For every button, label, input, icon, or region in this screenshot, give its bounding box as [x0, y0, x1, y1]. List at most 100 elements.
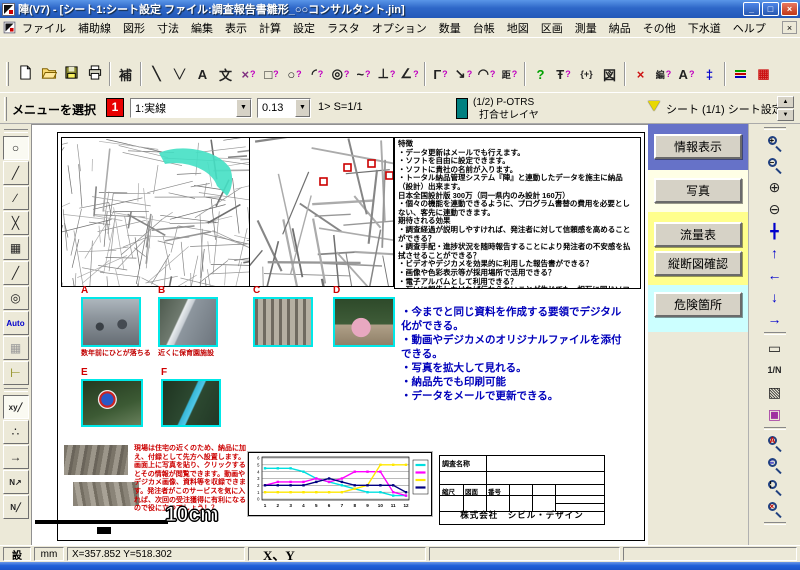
menu-item-編集[interactable]: 編集: [185, 18, 219, 38]
search-layers-button[interactable]: ≡: [763, 456, 787, 475]
zoom-out-button[interactable]: −: [763, 156, 787, 175]
zoom-window-button[interactable]: ▭: [763, 339, 787, 357]
snap-online-button[interactable]: ∕: [2, 186, 29, 210]
drawing-canvas[interactable]: 特徴 ・データ更新はメールでも行えます。 ・ソフトを自由に設定できます。 ・ソフトに貴…: [32, 124, 648, 545]
scroll-up-button[interactable]: ↑: [763, 244, 787, 262]
edit-text-button[interactable]: A?: [675, 62, 698, 87]
auxiliary-line-mode-button[interactable]: 補: [114, 62, 137, 87]
erase-point-button[interactable]: ×?: [237, 62, 260, 87]
edit-element-button[interactable]: 編?: [652, 62, 675, 87]
flow-table-button[interactable]: 流量表: [654, 222, 742, 247]
draw-chamfer-button[interactable]: ∠?: [398, 62, 421, 87]
restore-button[interactable]: □: [762, 2, 779, 16]
figure-insert-button[interactable]: 図: [598, 62, 621, 87]
scroll-right-button[interactable]: →: [763, 310, 787, 328]
toolbar-grip[interactable]: [4, 97, 7, 121]
strip-grip[interactable]: [763, 127, 786, 130]
draw-spline-button[interactable]: ~?: [352, 62, 375, 87]
sheet-down-button[interactable]: ▼: [777, 109, 794, 121]
snap-center-button[interactable]: ◎: [2, 286, 29, 310]
draw-text-button[interactable]: A: [191, 62, 214, 87]
group-brackets-button[interactable]: {+}: [575, 62, 598, 87]
menu-item-設定[interactable]: 設定: [287, 18, 321, 38]
menu-item-表示[interactable]: 表示: [219, 18, 253, 38]
menu-item-計算[interactable]: 計算: [253, 18, 287, 38]
scroll-left-button[interactable]: ←: [763, 266, 787, 284]
line-width-dropdown-arrow-icon[interactable]: ▼: [295, 99, 310, 117]
draw-ellipse-button[interactable]: ◎?: [329, 62, 352, 87]
redraw-button[interactable]: ▧: [763, 383, 787, 401]
danger-spot-button[interactable]: 危険箇所: [654, 292, 742, 317]
layer-color-chip[interactable]: [456, 98, 468, 119]
menu-item-納品[interactable]: 納品: [603, 18, 637, 38]
menu-item-オプション[interactable]: オプション: [366, 18, 433, 38]
snap-nearest-button[interactable]: ╱: [2, 261, 29, 285]
grid-toggle-button[interactable]: ▦: [2, 336, 29, 360]
unit-button[interactable]: mm: [34, 547, 64, 561]
save-file-button[interactable]: [60, 62, 83, 87]
filter-funnel-icon[interactable]: [648, 101, 660, 111]
menu-item-ファイル[interactable]: ファイル: [16, 18, 72, 38]
search-lines-button[interactable]: ¦: [763, 478, 787, 497]
zoom-in-step-button[interactable]: ⊕: [763, 178, 787, 196]
line-type-dropdown[interactable]: 1:実線 ▼: [130, 98, 252, 118]
document-close-icon[interactable]: ×: [782, 21, 797, 34]
delete-element-button[interactable]: ×: [629, 62, 652, 87]
zoom-in-button[interactable]: +: [763, 134, 787, 153]
zoom-scale-button[interactable]: 1/N: [763, 361, 787, 379]
copy-image-button[interactable]: ▣: [763, 405, 787, 423]
edit-fillet-button[interactable]: Γ?: [429, 62, 452, 87]
sheet-up-button[interactable]: ▲: [777, 96, 794, 108]
snap-auto-button[interactable]: Auto: [2, 311, 29, 335]
input-xy-button[interactable]: xy╱: [2, 395, 29, 419]
draw-perpendicular-button[interactable]: ⊥?: [375, 62, 398, 87]
minimize-button[interactable]: _: [743, 2, 760, 16]
input-relative-button[interactable]: ∴: [2, 420, 29, 444]
new-file-button[interactable]: [14, 62, 37, 87]
search-remove-button[interactable]: ×: [763, 500, 787, 519]
draw-polyline-button[interactable]: ╲╱: [168, 62, 191, 87]
zoom-out-step-button[interactable]: ⊖: [763, 200, 787, 218]
photo-A[interactable]: [81, 297, 141, 347]
open-file-button[interactable]: [37, 62, 60, 87]
menu-item-寸法[interactable]: 寸法: [151, 18, 185, 38]
profile-check-button[interactable]: 縦断図確認: [654, 251, 742, 276]
menu-item-区画[interactable]: 区画: [535, 18, 569, 38]
layer-list-button[interactable]: [729, 62, 752, 87]
measure-mode-button[interactable]: ⊢: [2, 361, 29, 385]
menu-item-図形[interactable]: 図形: [117, 18, 151, 38]
draw-line-button[interactable]: ╲: [145, 62, 168, 87]
input-north-line-button[interactable]: N╱: [2, 495, 29, 519]
input-north-arrow-button[interactable]: N↗: [2, 470, 29, 494]
print-file-button[interactable]: [83, 62, 106, 87]
menu-item-下水道[interactable]: 下水道: [682, 18, 727, 38]
menu-item-その他[interactable]: その他: [637, 18, 682, 38]
snap-intersection-button[interactable]: ╳: [2, 211, 29, 235]
pan-button[interactable]: ╋: [763, 222, 787, 240]
input-vector-button[interactable]: →: [2, 445, 29, 469]
menu-item-ラスタ[interactable]: ラスタ: [321, 18, 366, 38]
info-display-button[interactable]: 情報表示: [654, 134, 742, 159]
menu-item-ヘルプ[interactable]: ヘルプ: [727, 18, 772, 38]
menu-item-補助線[interactable]: 補助線: [72, 18, 117, 38]
draw-text-jp-button[interactable]: 文: [214, 62, 237, 87]
photo-button[interactable]: 写真: [654, 178, 742, 203]
toolbar-grip[interactable]: [6, 62, 9, 86]
draw-circle-button[interactable]: ○?: [283, 62, 306, 87]
menu-item-地図[interactable]: 地図: [501, 18, 535, 38]
photo-D[interactable]: [333, 297, 395, 347]
photo-B[interactable]: [158, 297, 218, 347]
scroll-down-button[interactable]: ↓: [763, 288, 787, 306]
line-width-dropdown[interactable]: 0.13 ▼: [257, 98, 311, 118]
measure-distance-button[interactable]: 距?: [498, 62, 521, 87]
move-point-button[interactable]: ‡: [698, 62, 721, 87]
photo-F[interactable]: [161, 379, 221, 427]
photo-C[interactable]: [253, 297, 313, 347]
settings-mode-button[interactable]: 設: [3, 547, 31, 562]
menu-item-測量[interactable]: 測量: [569, 18, 603, 38]
palette-grip[interactable]: [3, 129, 28, 133]
table-tool-button[interactable]: ▦: [752, 62, 775, 87]
line-type-dropdown-arrow-icon[interactable]: ▼: [236, 99, 251, 117]
snap-grid-button[interactable]: ▦: [2, 236, 29, 260]
edit-extend-button[interactable]: ↘?: [452, 62, 475, 87]
